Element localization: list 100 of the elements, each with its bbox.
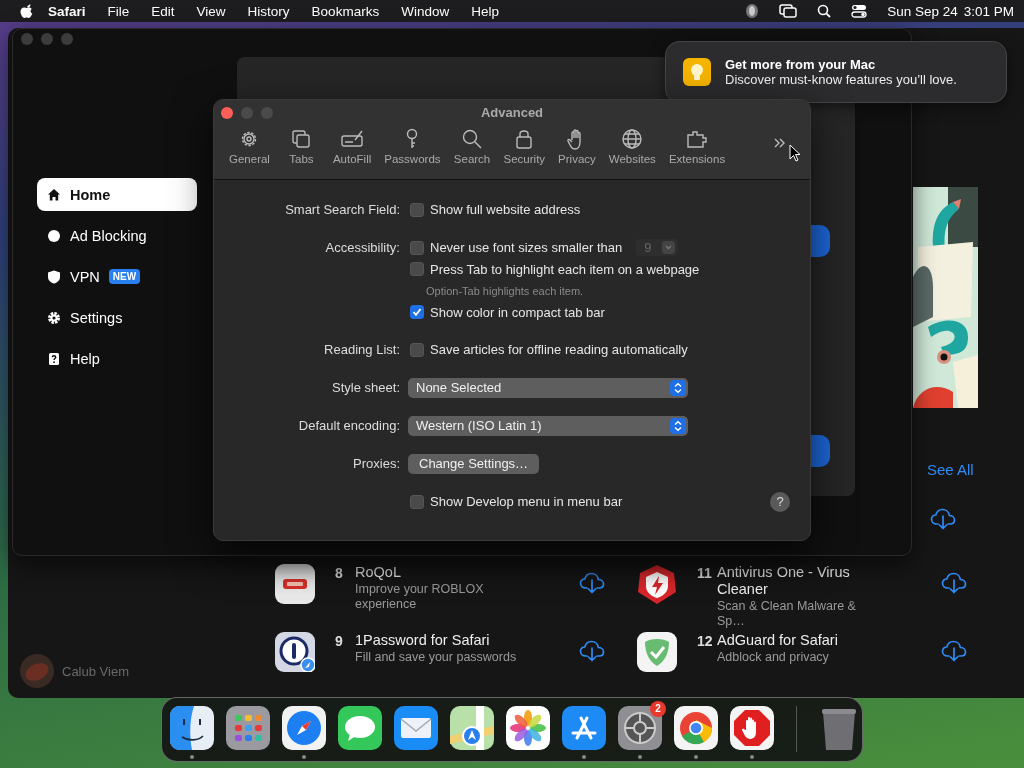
up-down-arrows-icon[interactable] <box>670 417 686 434</box>
toolbar-tab[interactable]: Extensions <box>664 126 730 167</box>
new-badge: NEW <box>108 269 141 284</box>
change-settings-button[interactable]: Change Settings… <box>408 453 540 474</box>
checkbox[interactable] <box>410 494 424 509</box>
toolbar-tab[interactable]: Tabs <box>278 126 324 167</box>
download-icon[interactable] <box>941 572 967 594</box>
menu-item[interactable]: Edit <box>151 3 175 19</box>
download-icon[interactable] <box>930 508 956 530</box>
download-icon[interactable] <box>579 572 605 594</box>
menu-date[interactable]: Sun Sep 24 <box>887 3 958 19</box>
up-down-arrows-icon[interactable] <box>670 379 686 396</box>
gear-icon[interactable] <box>618 706 662 750</box>
checkbox-label: Press Tab to highlight each item on a webpage <box>430 261 700 277</box>
app-name[interactable]: 1Password for Safari <box>355 632 517 649</box>
setting-label: Smart Search Field: <box>285 202 400 217</box>
tabs-icon <box>290 128 313 150</box>
status-circle-icon[interactable] <box>745 3 760 19</box>
app-icon[interactable] <box>275 632 315 672</box>
checkbox-label: Show color in compact tab bar <box>430 304 605 320</box>
search-icon <box>461 128 484 150</box>
toolbar-tab[interactable]: Search <box>449 126 495 167</box>
setting-label: Default encoding: <box>298 418 400 433</box>
sidebar-item[interactable]: Ad Blocking <box>37 219 197 252</box>
toolbar-tab[interactable]: Security <box>499 126 550 167</box>
toolbar-tab[interactable]: Passwords <box>380 126 445 167</box>
app-icon[interactable] <box>282 706 326 750</box>
app-name[interactable]: AdGuard for Safari <box>717 632 879 649</box>
lightbulb-icon <box>683 58 711 86</box>
menu-item[interactable]: File <box>107 3 130 19</box>
puzzle-icon <box>686 128 708 150</box>
download-icon[interactable] <box>579 640 605 662</box>
setting-label: Proxies: <box>353 456 400 471</box>
shield-icon <box>47 269 61 284</box>
toolbar-tab[interactable]: AutoFill <box>328 126 376 167</box>
notification-body: Discover must-know features you’ll love. <box>725 72 957 87</box>
globe-icon <box>621 128 644 150</box>
checkbox-label: Show full website address <box>430 202 581 218</box>
app-name[interactable]: RoQoL <box>355 564 517 581</box>
checkbox[interactable] <box>410 240 424 255</box>
menu-item[interactable]: History <box>247 3 290 19</box>
chevron-icon[interactable] <box>772 136 787 150</box>
sidebar-item[interactable]: VPN NEW <box>37 260 197 293</box>
app-icon[interactable] <box>674 706 718 750</box>
menu-time[interactable]: 3:01 PM <box>963 3 1014 19</box>
help-icon <box>47 351 61 366</box>
menu-item[interactable]: Bookmarks <box>311 3 380 19</box>
notification-banner[interactable]: Get more from your Mac Discover must-know features you’ll love. <box>665 41 1007 103</box>
app-icon[interactable] <box>637 564 677 604</box>
checkbox[interactable] <box>410 202 424 217</box>
menu-item[interactable]: Help <box>471 3 499 19</box>
app-rank: 11 <box>696 565 713 581</box>
menu-item[interactable]: Window <box>401 3 450 19</box>
sidebar-item[interactable]: Settings <box>37 301 197 334</box>
app-icon[interactable] <box>275 564 315 604</box>
gear-icon <box>47 310 61 325</box>
help-button[interactable]: ? <box>770 491 790 512</box>
home-icon <box>47 187 61 202</box>
app-icon[interactable] <box>637 632 677 672</box>
checkbox[interactable] <box>410 305 424 320</box>
sidebar-item[interactable]: Home <box>37 178 197 211</box>
setting-label: Style sheet: <box>332 380 400 395</box>
checkbox-label: Save articles for offline reading automatically <box>430 342 688 358</box>
app-rank: 8 <box>334 565 344 581</box>
menu-item[interactable]: View <box>196 3 226 19</box>
checkbox-label: Never use font sizes smaller than <box>430 240 623 256</box>
sidebar-item[interactable]: Help <box>37 342 197 375</box>
app-icon[interactable] <box>170 706 214 750</box>
download-icon[interactable] <box>941 640 967 662</box>
dropdown[interactable]: None Selected <box>408 377 688 398</box>
partial-button[interactable] <box>811 435 830 467</box>
apple-logo-icon[interactable] <box>20 3 34 19</box>
app-name[interactable]: Antivirus One - Virus Cleaner <box>717 564 879 598</box>
app-subtitle: Scan & Clean Malware & Sp… <box>717 599 857 629</box>
checkbox[interactable] <box>410 342 424 357</box>
setting-label: Reading List: <box>324 342 400 357</box>
see-all-link[interactable]: See All <box>927 461 974 478</box>
app-icon[interactable] <box>394 706 438 750</box>
app-icon[interactable] <box>730 706 774 750</box>
toolbar-tab[interactable]: Websites <box>604 126 660 167</box>
pointer-cursor-icon <box>789 144 801 162</box>
app-icon[interactable] <box>338 706 382 750</box>
app-icon[interactable] <box>562 706 606 750</box>
app-icon[interactable] <box>506 706 550 750</box>
window-title: Advanced <box>479 105 545 120</box>
windows-icon[interactable] <box>779 4 798 18</box>
partial-button[interactable] <box>811 225 830 257</box>
toolbar-tab[interactable]: General <box>225 126 274 167</box>
toolbar-tab[interactable]: Privacy <box>554 126 600 167</box>
checkbox-label: Show Develop menu in menu bar <box>430 494 623 510</box>
app-icon[interactable] <box>450 706 494 750</box>
app-menu[interactable]: Safari <box>48 3 86 19</box>
dropdown[interactable]: Western (ISO Latin 1) <box>408 415 688 436</box>
search-icon[interactable] <box>817 4 832 18</box>
window-control[interactable] <box>221 107 233 119</box>
app-rank: 12 <box>696 633 714 649</box>
app-icon[interactable] <box>226 706 270 750</box>
checkbox[interactable] <box>410 262 424 277</box>
control-center-icon[interactable] <box>851 4 868 18</box>
autofill-icon <box>341 128 364 150</box>
